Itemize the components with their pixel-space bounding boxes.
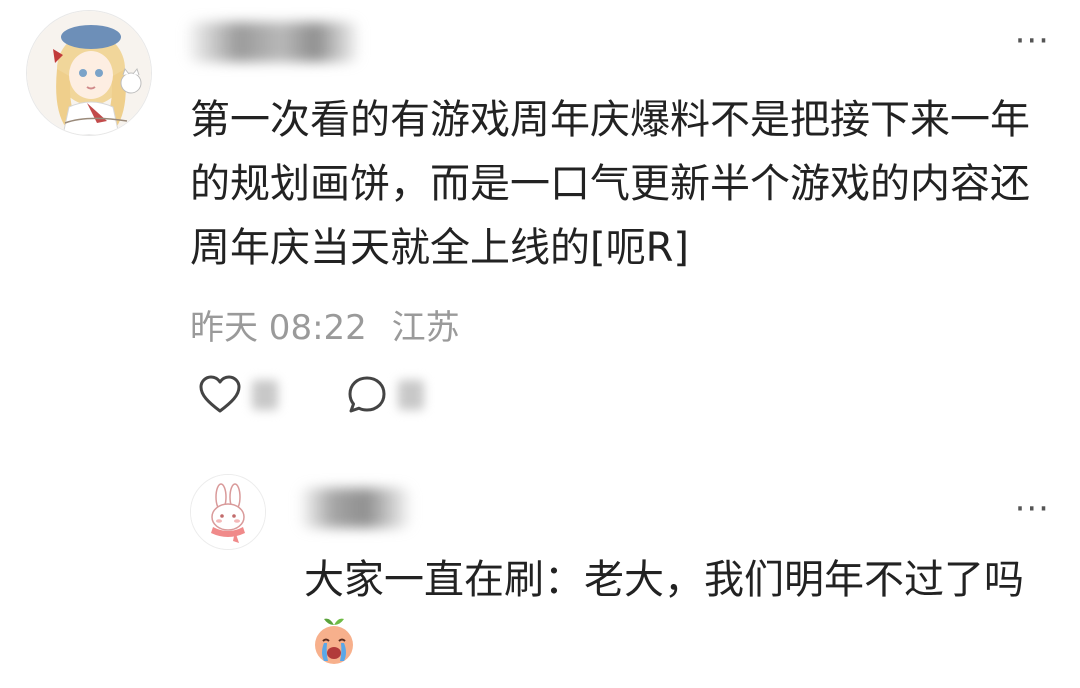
reply-count-blurred <box>398 380 424 410</box>
heart-icon <box>198 375 242 415</box>
like-count-blurred <box>252 380 278 410</box>
comment-actions <box>198 374 424 416</box>
comment-time: 昨天 08:22 <box>190 308 367 348</box>
reply-username-blurred[interactable] <box>300 488 410 528</box>
comment-location: 江苏 <box>391 308 460 348</box>
comment-text: 第一次看的有游戏周年庆爆料不是把接下来一年的规划画饼，而是一口气更新半个游戏的内… <box>190 97 1030 271</box>
comment-thread: ··· 第一次看的有游戏周年庆爆料不是把接下来一年的规划画饼，而是一口气更新半个… <box>0 0 1080 688</box>
crying-emoji-icon <box>308 615 360 686</box>
reply-more-options-button[interactable]: ··· <box>1015 492 1050 526</box>
more-options-button[interactable]: ··· <box>1015 24 1050 58</box>
reply-user-avatar[interactable] <box>190 474 266 550</box>
reply-text-content: 大家一直在刷：老大，我们明年不过了吗 <box>304 557 1024 603</box>
reply-button[interactable] <box>346 374 424 416</box>
user-avatar[interactable] <box>26 10 152 136</box>
reply-text: 大家一直在刷：老大，我们明年不过了吗 <box>304 548 1054 686</box>
comment-meta: 昨天 08:22 江苏 <box>190 300 460 349</box>
username-blurred[interactable] <box>188 22 358 62</box>
like-button[interactable] <box>198 375 278 415</box>
comment-icon <box>346 374 388 416</box>
